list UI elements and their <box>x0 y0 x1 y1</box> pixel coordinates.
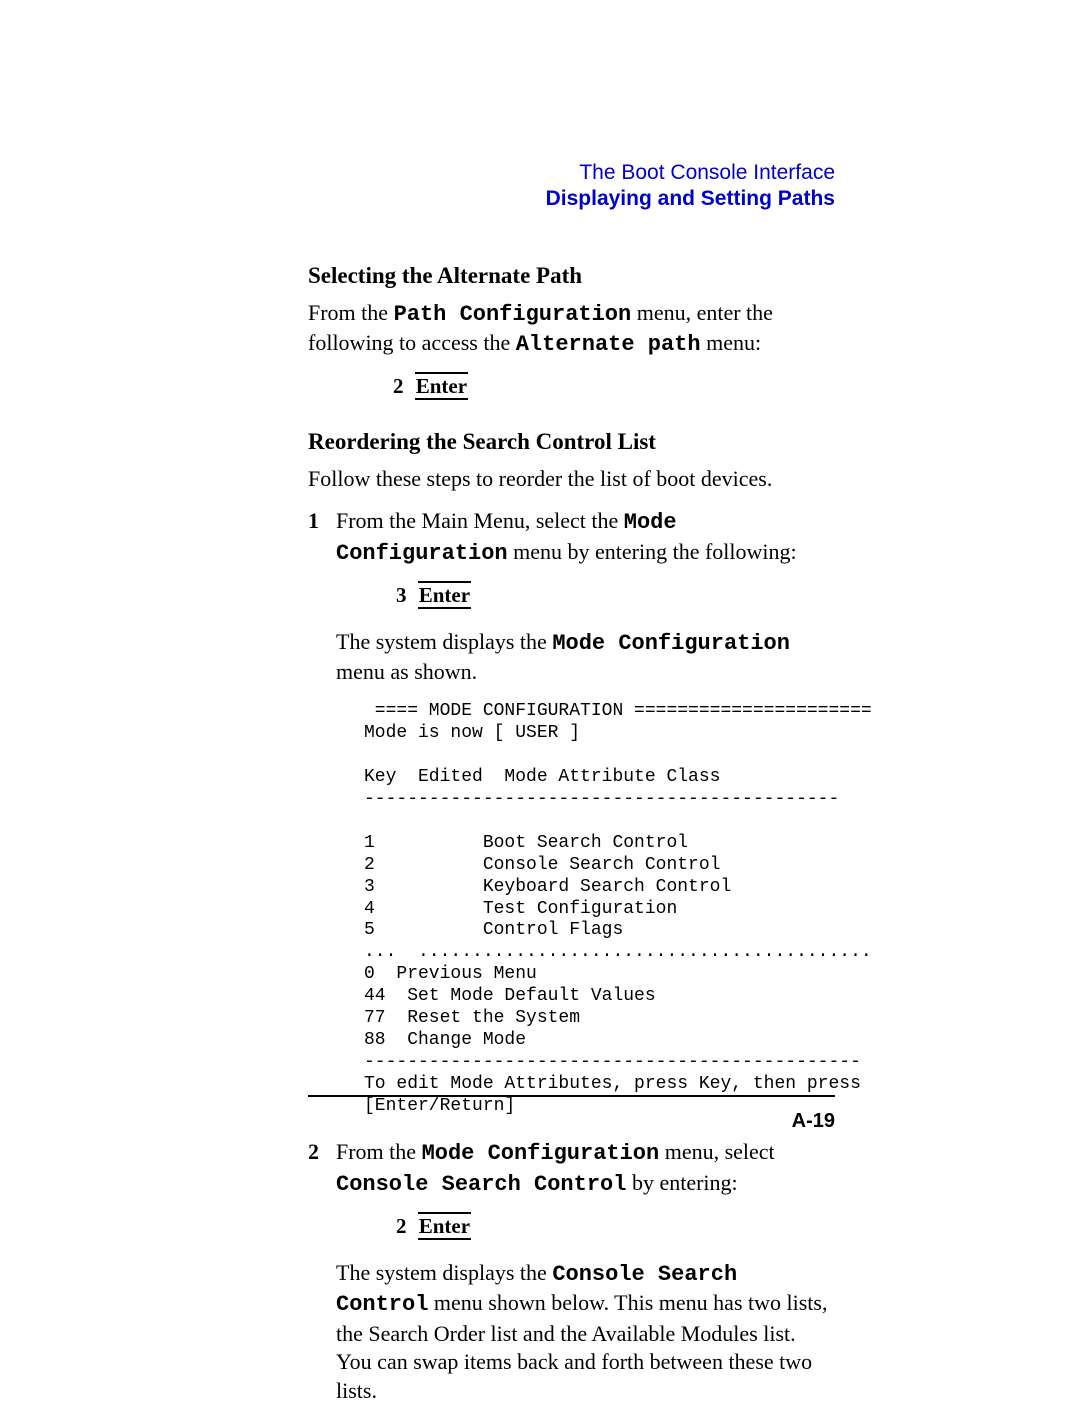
step-1: From the Main Menu, select the Mode Conf… <box>308 507 835 1118</box>
ordered-steps: From the Main Menu, select the Mode Conf… <box>308 507 835 1405</box>
text: From the Main Menu, select the <box>336 508 624 533</box>
kbd-number: 2 <box>396 1214 407 1238</box>
paragraph-reorder-intro: Follow these steps to reorder the list o… <box>308 465 835 494</box>
menu-name-mode-config: Mode Configuration <box>422 1141 660 1166</box>
step-2: From the Mode Configuration menu, select… <box>308 1138 835 1405</box>
document-page: The Boot Console Interface Displaying an… <box>0 0 1080 1397</box>
text: The system displays the <box>336 629 552 654</box>
kbd-number: 2 <box>393 374 404 398</box>
text: From the <box>336 1139 422 1164</box>
text: menu by entering the following: <box>508 539 797 564</box>
text: by entering: <box>626 1170 737 1195</box>
kbd-key-enter: Enter <box>415 372 468 400</box>
footer-rule <box>308 1095 835 1097</box>
text: menu, select <box>659 1139 774 1164</box>
heading-reorder-search-control: Reordering the Search Control List <box>308 429 835 455</box>
text: menu: <box>701 330 762 355</box>
text: menu as shown. <box>336 659 477 684</box>
step-1-result: The system displays the Mode Configurati… <box>336 628 835 687</box>
step-2-instruction: From the Mode Configuration menu, select… <box>336 1138 835 1199</box>
page-number: A-19 <box>792 1110 835 1133</box>
text: From the <box>308 300 394 325</box>
console-output-mode-config: ==== MODE CONFIGURATION ================… <box>364 701 835 1118</box>
menu-name-mode-config: Mode Configuration <box>552 631 790 656</box>
menu-name-path-config: Path Configuration <box>394 302 632 327</box>
menu-name-console-search-control: Console Search Control <box>336 1172 626 1197</box>
step-2-result: The system displays the Console Search C… <box>336 1259 835 1406</box>
keyboard-input-line: 2 Enter <box>396 1213 835 1240</box>
chapter-title: The Boot Console Interface <box>308 160 835 186</box>
kbd-key-enter: Enter <box>418 581 471 609</box>
step-1-instruction: From the Main Menu, select the Mode Conf… <box>336 507 835 568</box>
text: The system displays the <box>336 1260 552 1285</box>
running-header: The Boot Console Interface Displaying an… <box>308 160 835 213</box>
keyboard-input-line: 2 Enter <box>393 374 835 399</box>
kbd-key-enter: Enter <box>418 1212 471 1240</box>
keyboard-input-line: 3 Enter <box>396 582 835 609</box>
section-title: Displaying and Setting Paths <box>308 186 835 212</box>
paragraph-select-alt-intro: From the Path Configuration menu, enter … <box>308 299 835 360</box>
heading-select-alternate-path: Selecting the Alternate Path <box>308 263 835 289</box>
menu-name-alternate-path: Alternate path <box>516 332 701 357</box>
kbd-number: 3 <box>396 583 407 607</box>
